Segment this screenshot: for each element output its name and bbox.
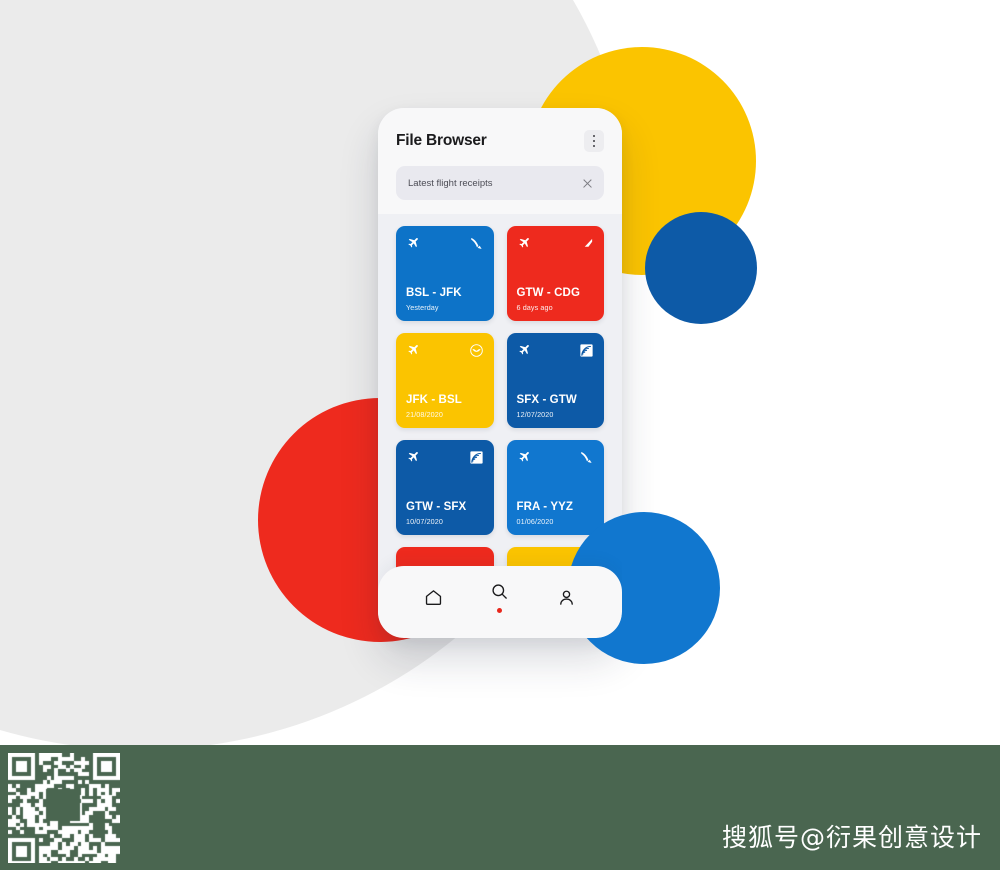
kebab-dot: [592, 144, 596, 148]
search-input[interactable]: Latest flight receipts: [396, 166, 604, 200]
watermark-text: 搜狐号@衍果创意设计: [721, 823, 982, 852]
nav-active-indicator: [497, 607, 503, 613]
card-route-label: GTW - CDG: [516, 287, 580, 300]
card-icon-row: [517, 450, 595, 466]
card-date-label: Yesterday: [406, 303, 439, 312]
card-route-label: FRA - YYZ: [516, 501, 573, 514]
card-meta: JFK - BSL 21/08/2020: [406, 394, 484, 419]
flight-card[interactable]: BSL - JFK Yesterday: [396, 226, 494, 321]
flight-card[interactable]: GTW - CDG 6 days ago: [506, 226, 604, 321]
illustration-stage: File Browser Latest flight receipts BSL …: [0, 0, 1000, 745]
qr-code: [8, 753, 120, 863]
card-icon-row: [406, 236, 484, 252]
card-icon-row: [517, 343, 595, 359]
flight-card[interactable]: SFX - GTW 12/07/2020: [506, 333, 604, 428]
card-meta: FRA - YYZ 01/06/2020: [517, 501, 595, 526]
striped-airline-logo: [579, 343, 594, 358]
card-date-label: 21/08/2020: [406, 410, 443, 419]
plane-icon: [517, 236, 530, 249]
plane-icon: [517, 343, 530, 356]
plane-icon: [517, 450, 530, 463]
striped-airline-logo: [469, 450, 484, 465]
kebab-dot: [592, 134, 596, 138]
card-route-label: GTW - SFX: [406, 501, 467, 514]
nav-item-home[interactable]: [424, 588, 443, 607]
flight-card[interactable]: GTW - SFX 10/07/2020: [396, 440, 494, 535]
card-icon-row: [406, 450, 484, 466]
card-meta: GTW - CDG 6 days ago: [517, 287, 595, 312]
kebab-menu-icon[interactable]: [584, 130, 604, 152]
card-date-label: 12/07/2020: [516, 410, 554, 419]
search-input-value: Latest flight receipts: [408, 177, 493, 189]
app-header: File Browser Latest flight receipts: [378, 108, 622, 214]
card-route-label: BSL - JFK: [406, 287, 462, 300]
card-route-label: SFX - GTW: [516, 394, 577, 407]
nav-item-profile[interactable]: [557, 588, 576, 607]
wing-airline-logo: [579, 236, 594, 251]
nav-item-search[interactable]: [490, 582, 509, 613]
card-meta: BSL - JFK Yesterday: [406, 287, 484, 312]
swoosh-airline-logo: [579, 450, 594, 465]
page-title: File Browser: [396, 132, 487, 149]
crane-airline-logo: [469, 343, 484, 358]
watermark-bar: 搜狐号@衍果创意设计: [0, 745, 1000, 870]
home-icon: [424, 588, 443, 607]
flight-card[interactable]: FRA - YYZ 01/06/2020: [506, 440, 604, 535]
bottom-navigation: [378, 566, 622, 638]
search-icon: [490, 582, 509, 601]
swoosh-airline-logo: [469, 236, 484, 251]
background-navy-circle: [645, 212, 757, 324]
card-meta: GTW - SFX 10/07/2020: [406, 501, 484, 526]
card-icon-row: [406, 343, 484, 359]
header-title-row: File Browser: [396, 130, 604, 152]
kebab-dot: [592, 139, 596, 143]
card-meta: SFX - GTW 12/07/2020: [517, 394, 595, 419]
person-icon: [557, 588, 576, 607]
close-icon[interactable]: [582, 178, 593, 189]
card-date-label: 6 days ago: [516, 303, 553, 312]
card-route-label: JFK - BSL: [406, 394, 462, 407]
plane-icon: [406, 236, 419, 249]
card-date-label: 01/06/2020: [516, 517, 554, 526]
card-icon-row: [517, 236, 595, 252]
flight-card[interactable]: JFK - BSL 21/08/2020: [396, 333, 494, 428]
plane-icon: [406, 450, 419, 463]
card-date-label: 10/07/2020: [406, 517, 443, 526]
plane-icon: [406, 343, 419, 356]
